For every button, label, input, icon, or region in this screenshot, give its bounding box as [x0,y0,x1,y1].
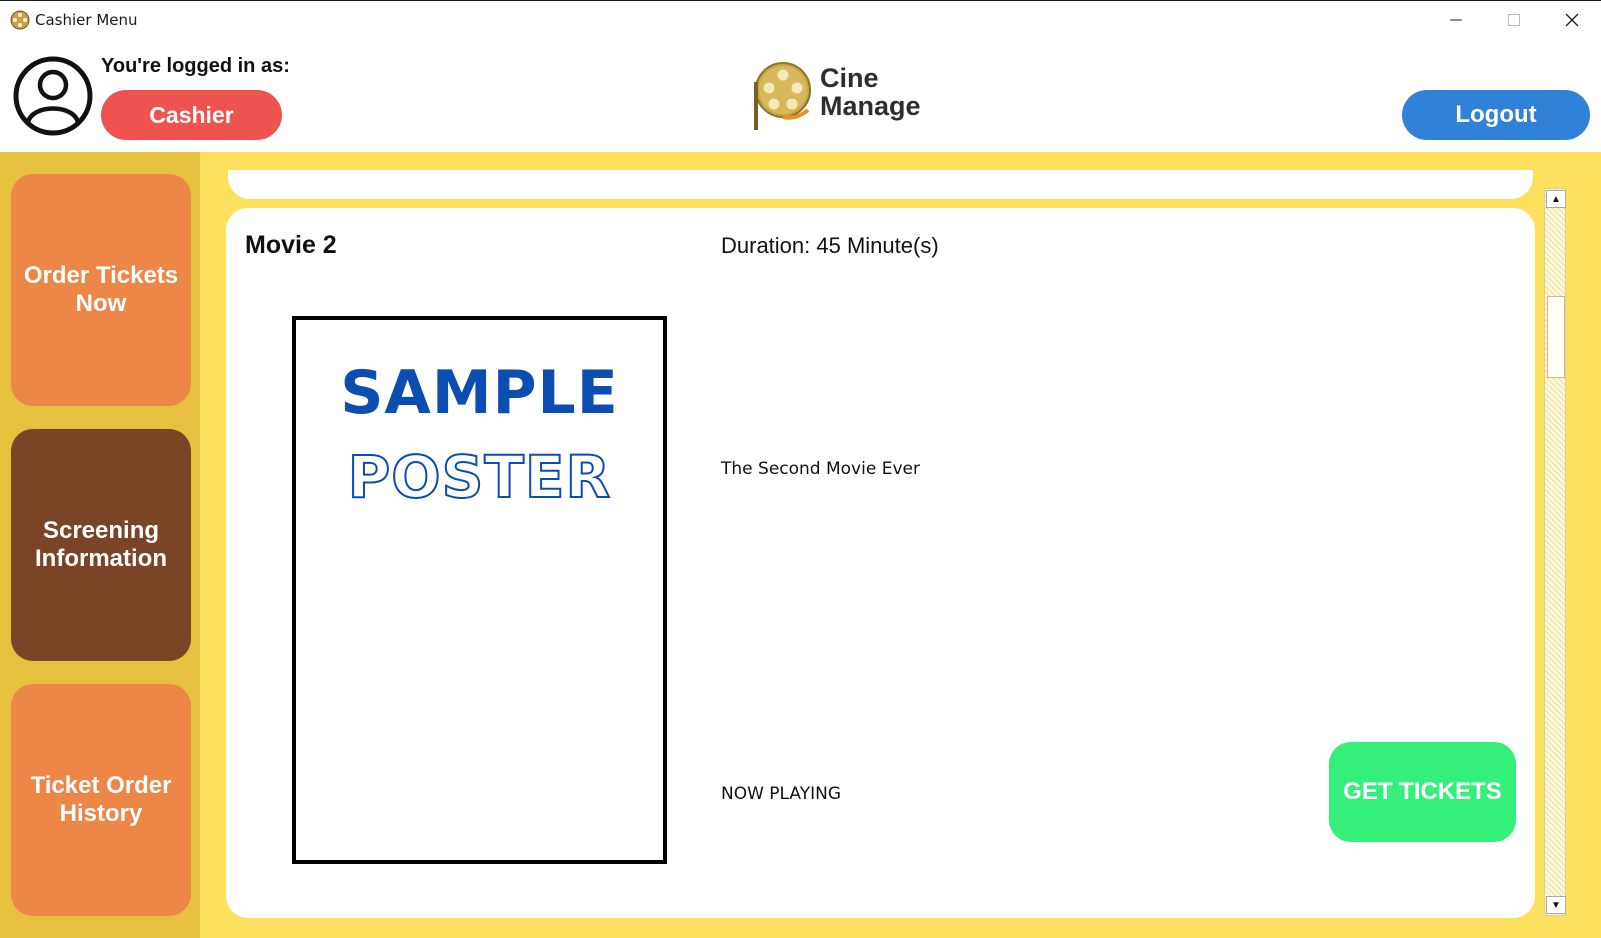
get-tickets-button[interactable]: GET TICKETS [1329,742,1516,842]
role-badge: Cashier [101,90,282,140]
title-bar [0,0,1601,40]
screening-information-button[interactable]: Screening Information [11,429,191,661]
movie-status: NOW PLAYING [721,784,842,804]
logo-line-2: Manage [820,91,921,121]
movie-description: The Second Movie Ever [721,459,920,479]
arrow-up-icon: ▲ [1551,193,1561,205]
scroll-down-button[interactable]: ▼ [1546,896,1566,914]
poster-text-sample: SAMPLE [340,358,619,428]
movie-title: Movie 2 [245,231,337,259]
film-reel-logo-icon [754,62,811,130]
scroll-up-button[interactable]: ▲ [1546,190,1566,208]
order-tickets-now-button[interactable]: Order Tickets Now [11,174,191,406]
arrow-down-icon: ▼ [1551,899,1561,911]
close-icon [1565,13,1579,27]
minimize-icon [1450,19,1462,21]
ticket-order-history-button[interactable]: Ticket Order History [11,684,191,916]
close-button[interactable] [1543,0,1601,40]
film-reel-icon [10,10,30,30]
window-title: Cashier Menu [35,11,138,29]
minimize-button[interactable] [1427,0,1485,40]
logo-text: Cine Manage [820,64,921,120]
user-icon [13,56,93,136]
poster-text-poster: POSTER [347,442,612,512]
maximize-button[interactable] [1485,0,1543,40]
scrollbar-thumb[interactable] [1547,296,1565,378]
previous-movie-card [228,170,1533,199]
movie-duration: Duration: 45 Minute(s) [721,233,939,258]
logout-button[interactable]: Logout [1402,90,1590,140]
logged-in-label: You're logged in as: [101,55,290,77]
movie-poster: SAMPLE POSTER [292,316,667,864]
maximize-icon [1508,14,1520,26]
logo-line-1: Cine [820,63,879,93]
